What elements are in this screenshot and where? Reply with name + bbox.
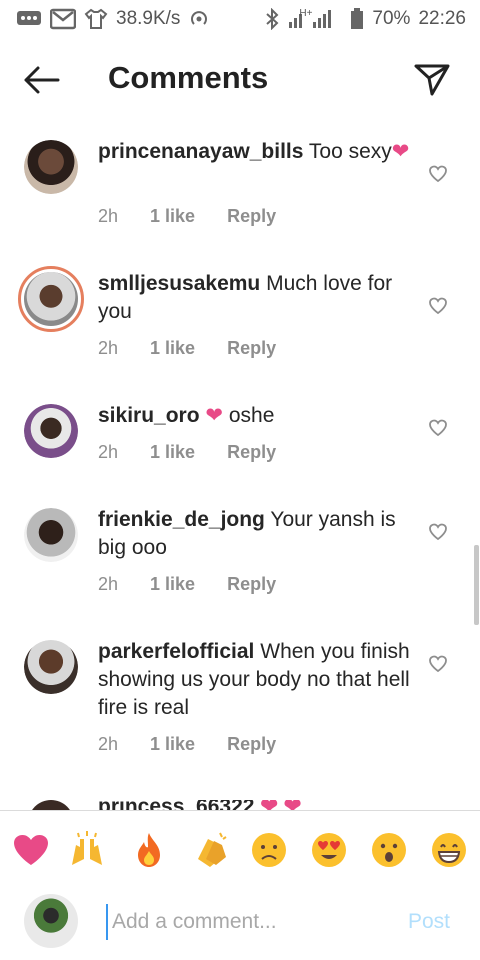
clock: 22:26 <box>418 8 466 29</box>
comment-likes[interactable]: 1 like <box>150 338 195 359</box>
heart-emoji: ❤ <box>391 140 410 163</box>
heart-outline-icon <box>429 419 447 437</box>
comment-time: 2h <box>98 574 119 594</box>
fire-icon <box>138 833 160 867</box>
grinning-face-icon <box>432 833 466 867</box>
comment-composer: Post <box>0 884 480 960</box>
comment-input[interactable] <box>106 904 404 940</box>
scrollbar[interactable] <box>474 545 479 625</box>
hotspot-icon <box>188 8 210 30</box>
comment-likes[interactable]: 1 like <box>150 734 195 755</box>
surprised-face-icon <box>372 833 406 867</box>
comment-time: 2h <box>98 206 119 226</box>
heart-outline-icon <box>429 655 447 673</box>
heart-emoji-button[interactable] <box>10 829 52 871</box>
comment-meta: 2h 1 like Reply <box>98 574 276 595</box>
fire-emoji-button[interactable] <box>128 829 170 871</box>
status-bar: 38.9K/s H+ 70% 22:26 <box>0 0 480 38</box>
post-button[interactable]: Post <box>408 910 450 934</box>
comment-username[interactable]: parkerfelofficial <box>98 640 254 663</box>
like-button[interactable] <box>428 522 448 542</box>
clapping-hands-emoji-button[interactable] <box>190 829 232 871</box>
comment-username[interactable]: frienkie_de_jong <box>98 508 265 531</box>
like-button[interactable] <box>428 296 448 316</box>
reply-button[interactable]: Reply <box>227 338 276 359</box>
send-icon <box>414 64 450 96</box>
comment-text: smlljesusakemu Much love for you <box>98 270 410 326</box>
comment-meta: 2h 1 like Reply <box>98 206 276 227</box>
comment-likes[interactable]: 1 like <box>150 574 195 595</box>
avatar[interactable] <box>18 266 84 332</box>
network-speed: 38.9K/s <box>116 8 181 29</box>
share-button[interactable] <box>412 60 452 100</box>
like-button[interactable] <box>428 418 448 438</box>
battery-icon <box>350 8 364 30</box>
sad-face-icon <box>252 833 286 867</box>
reply-button[interactable]: Reply <box>227 734 276 755</box>
network-type: H+ <box>299 7 313 19</box>
surprised-face-emoji-button[interactable] <box>368 829 410 871</box>
comment-text: princenanayaw_bills Too sexy❤ <box>98 138 410 166</box>
heart-icon <box>14 835 48 865</box>
heart-emoji: ❤ <box>205 404 223 427</box>
gmail-icon <box>50 8 76 30</box>
comment-text: parkerfelofficial When you finish showin… <box>98 638 410 722</box>
heart-outline-icon <box>429 165 447 183</box>
comment-text: frienkie_de_jong Your yansh is big ooo <box>98 506 410 562</box>
sad-face-emoji-button[interactable] <box>248 829 290 871</box>
like-button[interactable] <box>428 654 448 674</box>
comment-username[interactable]: smlljesusakemu <box>98 272 260 295</box>
bluetooth-icon <box>265 8 279 30</box>
heart-outline-icon <box>429 523 447 541</box>
comment-time: 2h <box>98 734 119 754</box>
grinning-face-emoji-button[interactable] <box>428 829 470 871</box>
battery-level: 70% <box>372 8 411 29</box>
current-user-avatar <box>24 894 78 948</box>
avatar[interactable] <box>24 404 78 458</box>
header: Comments <box>0 44 480 116</box>
comment-meta: 2h 1 like Reply <box>98 734 276 755</box>
page-title: Comments <box>108 60 269 95</box>
heart-eyes-emoji-button[interactable] <box>308 829 350 871</box>
chat-icon <box>16 9 42 29</box>
comment-username[interactable]: princenanayaw_bills <box>98 140 303 163</box>
reply-button[interactable]: Reply <box>227 574 276 595</box>
avatar[interactable] <box>24 640 78 694</box>
comments-list[interactable]: princenanayaw_bills Too sexy❤ 2h 1 like … <box>0 124 480 810</box>
comment-likes[interactable]: 1 like <box>150 206 195 227</box>
back-button[interactable] <box>20 62 62 98</box>
emoji-reaction-bar <box>0 810 480 886</box>
raised-hands-icon <box>72 831 102 865</box>
like-button[interactable] <box>428 164 448 184</box>
reply-button[interactable]: Reply <box>227 206 276 227</box>
comment-likes[interactable]: 1 like <box>150 442 195 463</box>
reply-button[interactable]: Reply <box>227 442 276 463</box>
comment-meta: 2h 1 like Reply <box>98 442 276 463</box>
comment-time: 2h <box>98 338 119 358</box>
heart-outline-icon <box>429 297 447 315</box>
comment-username[interactable]: sikiru_oro <box>98 404 200 427</box>
clapping-hands-icon <box>198 832 227 867</box>
arrow-left-icon <box>24 66 60 94</box>
comment-body: Too sexy <box>308 140 392 163</box>
comment-text: sikiru_oro ❤ oshe <box>98 402 410 430</box>
comment-meta: 2h 1 like Reply <box>98 338 276 359</box>
heart-eyes-icon <box>312 833 346 867</box>
comment-time: 2h <box>98 442 119 462</box>
comment-body: oshe <box>228 404 275 427</box>
raised-hands-emoji-button[interactable] <box>66 829 108 871</box>
avatar[interactable] <box>24 140 78 194</box>
avatar[interactable] <box>24 508 78 562</box>
shirt-icon <box>84 8 108 30</box>
